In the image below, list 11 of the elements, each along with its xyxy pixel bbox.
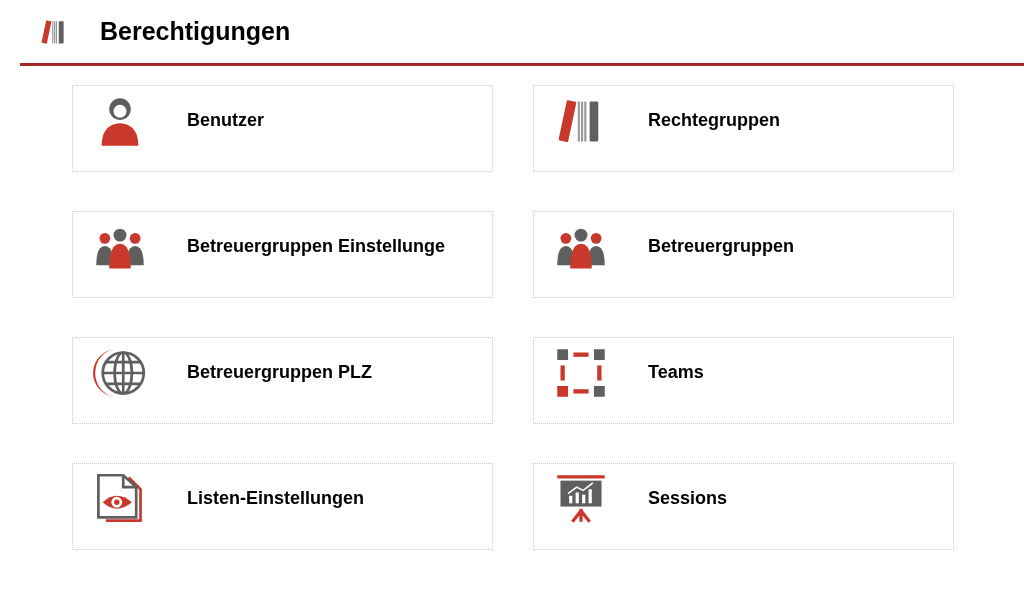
permission-tile[interactable]: Teams [533, 337, 954, 424]
permission-tile[interactable]: Betreuergruppen PLZ [72, 337, 493, 424]
nodes-icon [554, 346, 608, 400]
presentation-icon [554, 472, 608, 526]
permission-tile[interactable]: Listen-Einstellungen [72, 463, 493, 550]
permission-tile[interactable]: Betreuergruppen [533, 211, 954, 298]
permission-tile[interactable]: Benutzer [72, 85, 493, 172]
permission-tile[interactable]: Sessions [533, 463, 954, 550]
permission-tile[interactable]: Betreuergruppen Einstellunge [72, 211, 493, 298]
permission-tile[interactable]: Rechtegruppen [533, 85, 954, 172]
page-title: Berechtigungen [100, 15, 291, 47]
